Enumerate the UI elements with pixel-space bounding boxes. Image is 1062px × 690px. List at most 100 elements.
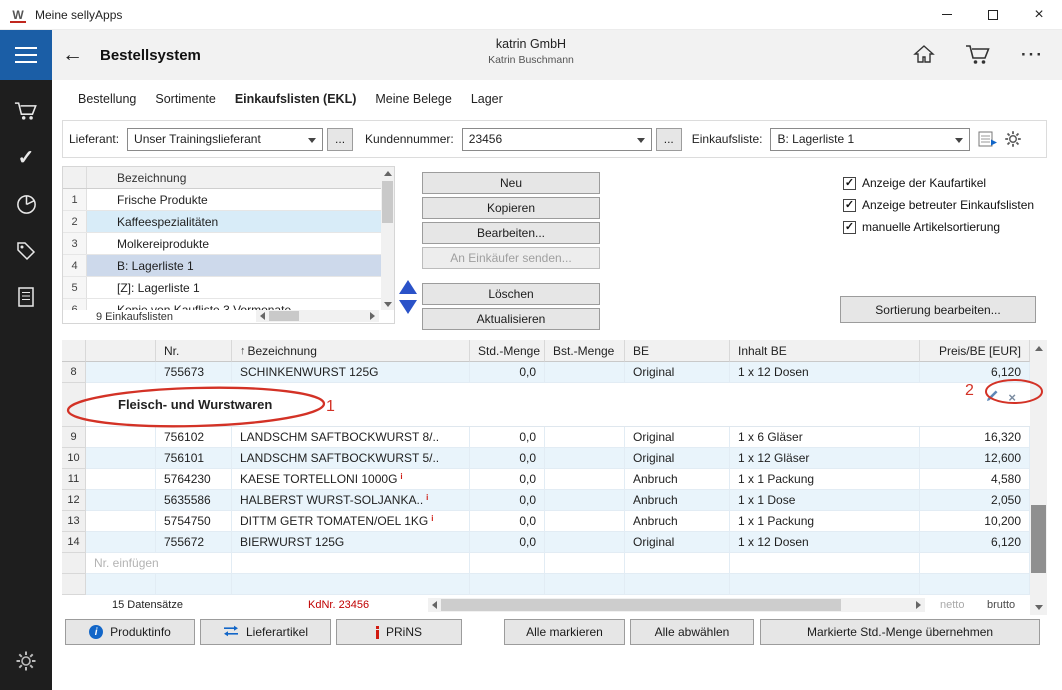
einkaufsliste-label: Einkaufsliste: xyxy=(692,132,763,146)
ekl-horizontal-scrollbar[interactable] xyxy=(256,310,379,322)
group-title: Fleisch- und Wurstwaren xyxy=(118,397,272,412)
home-icon[interactable] xyxy=(913,44,935,67)
checkbox-anzeige-kaufartikel[interactable]: ✓ Anzeige der Kaufartikel xyxy=(843,172,1034,194)
table-row[interactable]: 9 756102 LANDSCHM SAFTBOCKWURST 8/.. 0,0… xyxy=(62,427,1030,448)
produktinfo-button[interactable]: i Produktinfo xyxy=(65,619,195,645)
company-name: katrin GmbH xyxy=(381,37,681,51)
scroll-left-icon xyxy=(260,312,265,320)
sidebar-tag-icon[interactable] xyxy=(0,234,52,268)
col-be[interactable]: BE xyxy=(625,340,730,362)
table-row[interactable]: 12 5635586 HALBERST WURST-SOLJANKA..i 0,… xyxy=(62,490,1030,511)
col-inhalt-be[interactable]: Inhalt BE xyxy=(730,340,920,362)
scroll-right-icon xyxy=(916,601,921,609)
col-bst-menge[interactable]: Bst.-Menge xyxy=(545,340,625,362)
page-title: Bestellsystem xyxy=(100,30,201,80)
checkbox-manuelle-sortierung[interactable]: ✓ manuelle Artikelsortierung xyxy=(843,216,1034,238)
ekl-vertical-scrollbar[interactable] xyxy=(381,167,394,311)
ekl-list-header[interactable]: Bezeichnung xyxy=(63,167,381,189)
maximize-button[interactable] xyxy=(970,0,1016,30)
brutto-label[interactable]: brutto xyxy=(987,599,1015,611)
account-info: katrin GmbH Katrin Buschmann xyxy=(381,37,681,66)
minimize-button[interactable] xyxy=(924,0,970,30)
lieferant-browse-button[interactable]: ... xyxy=(327,128,353,151)
new-list-icon[interactable] xyxy=(978,130,998,148)
bottom-toolbar: i Produktinfo Lieferartikel PRiNS Alle m… xyxy=(52,619,1062,645)
lieferant-dropdown[interactable]: Unser Trainingslieferant xyxy=(127,128,323,151)
ekl-list-item[interactable]: 2 Kaffeespezialitäten xyxy=(63,211,381,233)
move-up-button[interactable] xyxy=(399,280,417,294)
back-button[interactable]: ← xyxy=(62,30,83,80)
insert-row-placeholder[interactable]: Nr. einfügen xyxy=(86,553,232,574)
close-button[interactable]: × xyxy=(1016,0,1062,30)
table-row[interactable]: 13 5754750 DITTM GETR TOMATEN/OEL 1KGi 0… xyxy=(62,511,1030,532)
scrollbar-thumb[interactable] xyxy=(441,599,841,611)
article-flag-icon: i xyxy=(400,472,402,481)
prins-icon xyxy=(376,626,379,639)
alle-markieren-button[interactable]: Alle markieren xyxy=(504,619,625,645)
kundennummer-dropdown[interactable]: 23456 xyxy=(462,128,652,151)
table-row[interactable]: 10 756101 LANDSCHM SAFTBOCKWURST 5/.. 0,… xyxy=(62,448,1030,469)
an-einkaeufer-senden-button: An Einkäufer senden... xyxy=(422,247,600,269)
netto-label[interactable]: netto xyxy=(940,599,964,611)
edit-group-icon[interactable] xyxy=(986,389,999,405)
ekl-list: Bezeichnung 1 Frische Produkte 2 Kaffees… xyxy=(62,166,395,324)
table-row[interactable]: 14 755672 BIERWURST 125G 0,0 Original 1 … xyxy=(62,532,1030,553)
kopieren-button[interactable]: Kopieren xyxy=(422,197,600,219)
neu-button[interactable]: Neu xyxy=(422,172,600,194)
loeschen-button[interactable]: Löschen xyxy=(422,283,600,305)
delete-group-icon[interactable]: × xyxy=(1008,391,1016,404)
ekl-list-item-selected[interactable]: 4 B: Lagerliste 1 xyxy=(63,255,381,277)
swap-arrows-icon xyxy=(223,625,239,640)
aktualisieren-button[interactable]: Aktualisieren xyxy=(422,308,600,330)
cart-icon[interactable] xyxy=(965,43,991,68)
kundennummer-browse-button[interactable]: ... xyxy=(656,128,682,151)
sidebar-cart-icon[interactable] xyxy=(0,93,52,127)
settings-gear-icon[interactable] xyxy=(0,644,52,678)
tab-bar: Bestellung Sortimente Einkaufslisten (EK… xyxy=(52,80,1062,118)
col-bezeichnung[interactable]: ↑Bezeichnung xyxy=(232,340,470,362)
insert-row[interactable]: Nr. einfügen xyxy=(62,553,1030,574)
lieferartikel-button[interactable]: Lieferartikel xyxy=(200,619,331,645)
col-preis[interactable]: Preis/BE [EUR] xyxy=(920,340,1030,362)
lieferant-label: Lieferant: xyxy=(69,132,119,146)
tab-sortimente[interactable]: Sortimente xyxy=(155,92,215,106)
sortierung-bearbeiten-button[interactable]: Sortierung bearbeiten... xyxy=(840,296,1036,323)
alle-abwaehlen-button[interactable]: Alle abwählen xyxy=(630,619,754,645)
sidebar-catalog-icon[interactable] xyxy=(0,280,52,314)
tab-meine-belege[interactable]: Meine Belege xyxy=(375,92,451,106)
markierte-uebernehmen-button[interactable]: Markierte Std.-Menge übernehmen xyxy=(760,619,1040,645)
table-horizontal-scrollbar[interactable] xyxy=(428,598,925,612)
article-flag-icon: i xyxy=(431,514,433,523)
scroll-down-icon xyxy=(384,302,392,307)
prins-button[interactable]: PRiNS xyxy=(336,619,462,645)
article-flag-icon: i xyxy=(426,493,428,502)
scrollbar-thumb[interactable] xyxy=(1031,505,1046,573)
einkaufsliste-dropdown[interactable]: B: Lagerliste 1 xyxy=(770,128,970,151)
col-nr[interactable]: Nr. xyxy=(156,340,232,362)
col-std-menge[interactable]: Std.-Menge xyxy=(470,340,545,362)
tab-einkaufslisten[interactable]: Einkaufslisten (EKL) xyxy=(235,92,357,106)
move-down-button[interactable] xyxy=(399,300,417,314)
chevron-down-icon xyxy=(637,138,645,143)
kundennummer-label: Kundennummer: xyxy=(365,132,454,146)
more-options-button[interactable]: ··· xyxy=(1021,45,1044,65)
display-options: ✓ Anzeige der Kaufartikel ✓ Anzeige betr… xyxy=(843,172,1034,238)
filter-gear-icon[interactable] xyxy=(1004,130,1022,148)
table-row[interactable]: 11 5764230 KAESE TORTELLONI 1000Gi 0,0 A… xyxy=(62,469,1030,490)
sidebar-check-icon[interactable]: ✓ xyxy=(0,140,52,174)
sidebar-piechart-icon[interactable] xyxy=(0,187,52,221)
nav-sidebar: ✓ xyxy=(0,80,52,690)
ekl-list-item[interactable]: 3 Molkereiprodukte xyxy=(63,233,381,255)
bearbeiten-button[interactable]: Bearbeiten... xyxy=(422,222,600,244)
ekl-list-item[interactable]: 1 Frische Produkte xyxy=(63,189,381,211)
ekl-list-item[interactable]: 5 [Z]: Lagerliste 1 xyxy=(63,277,381,299)
table-vertical-scrollbar[interactable] xyxy=(1030,340,1047,615)
tab-bestellung[interactable]: Bestellung xyxy=(78,92,136,106)
table-footer: 15 Datensätze KdNr. 23456 netto brutto xyxy=(62,595,1030,615)
empty-row xyxy=(62,574,1030,595)
filter-bar: Lieferant: Unser Trainingslieferant ... … xyxy=(62,120,1047,158)
tab-lager[interactable]: Lager xyxy=(471,92,503,106)
table-row[interactable]: 8 755673 SCHINKENWURST 125G 0,0 Original… xyxy=(62,362,1030,383)
hamburger-menu-button[interactable] xyxy=(0,30,52,80)
checkbox-anzeige-betreuter[interactable]: ✓ Anzeige betreuter Einkaufslisten xyxy=(843,194,1034,216)
